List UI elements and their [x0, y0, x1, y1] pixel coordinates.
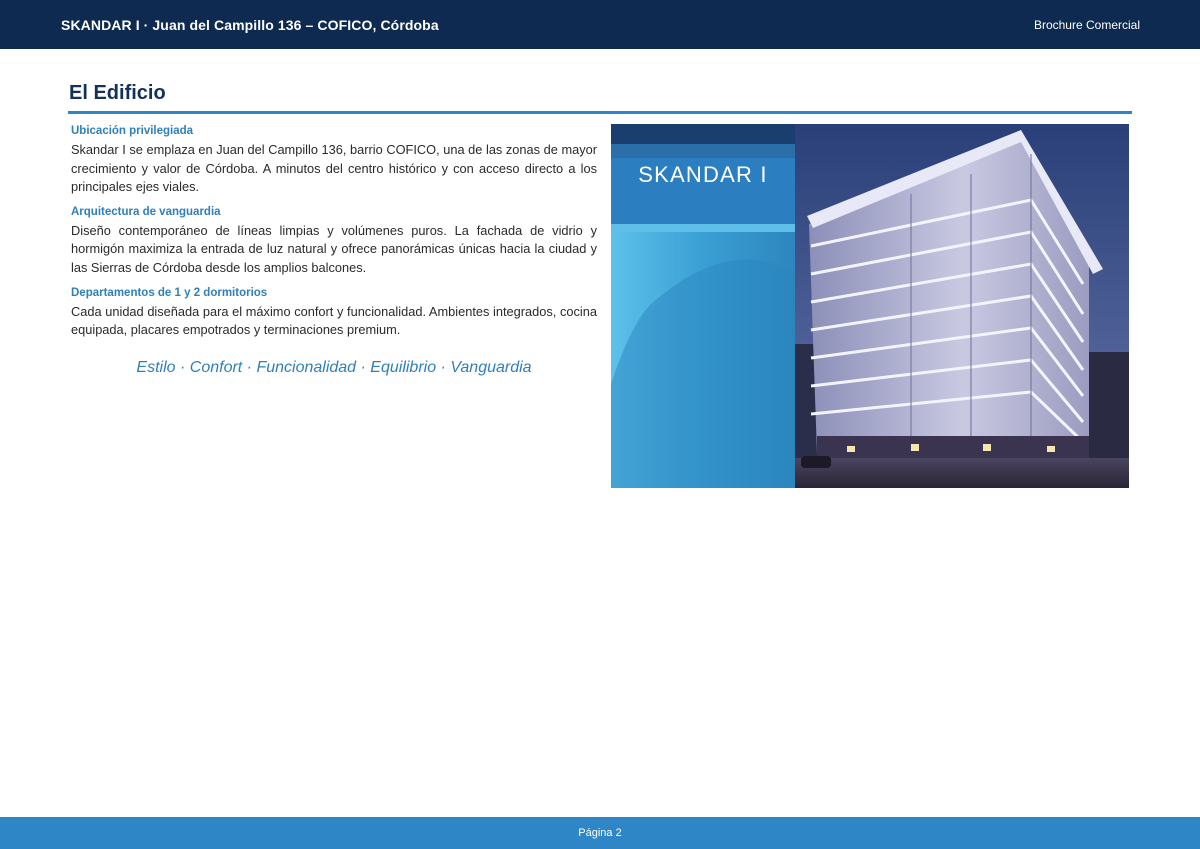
block-body: Diseño contemporáneo de líneas limpias y…: [71, 222, 597, 275]
brand-tagline: Estilo · Confort · Funcionalidad · Equil…: [136, 358, 532, 376]
page-footer: Página 2: [0, 817, 1200, 849]
block-heading: Ubicación privilegiada: [71, 125, 194, 137]
section-title-divider: [68, 111, 1132, 114]
top-header-bar: SKANDAR I · Juan del Campillo 136 – COFI…: [0, 0, 1200, 49]
block-heading: Arquitectura de vanguardia: [71, 205, 221, 218]
document-header-title: SKANDAR I · Juan del Campillo 136 – COFI…: [61, 16, 439, 33]
text-column: Ubicación privilegiada Skandar I se empl…: [71, 124, 597, 377]
block-body: Skandar I se emplaza en Juan del Campill…: [71, 142, 597, 195]
building-rendering-image: SKANDAR I: [611, 124, 1129, 488]
signage-panel: SKANDAR I: [611, 124, 795, 488]
block-heading: Departamentos de 1 y 2 dormitorios: [71, 286, 268, 299]
info-block-location: Ubicación privilegiada Skandar I se empl…: [71, 124, 597, 197]
page-number: Página 2: [578, 827, 622, 839]
block-body: Cada unidad diseñada para el máximo conf…: [71, 303, 597, 338]
document-type-label: Brochure Comercial: [1033, 17, 1140, 32]
info-block-apartments: Departamentos de 1 y 2 dormitorios Cada …: [71, 286, 597, 340]
info-block-architecture: Arquitectura de vanguardia Diseño contem…: [71, 205, 597, 278]
section-title: El Edificio: [69, 82, 166, 104]
svg-text:SKANDAR I: SKANDAR I: [638, 162, 767, 187]
